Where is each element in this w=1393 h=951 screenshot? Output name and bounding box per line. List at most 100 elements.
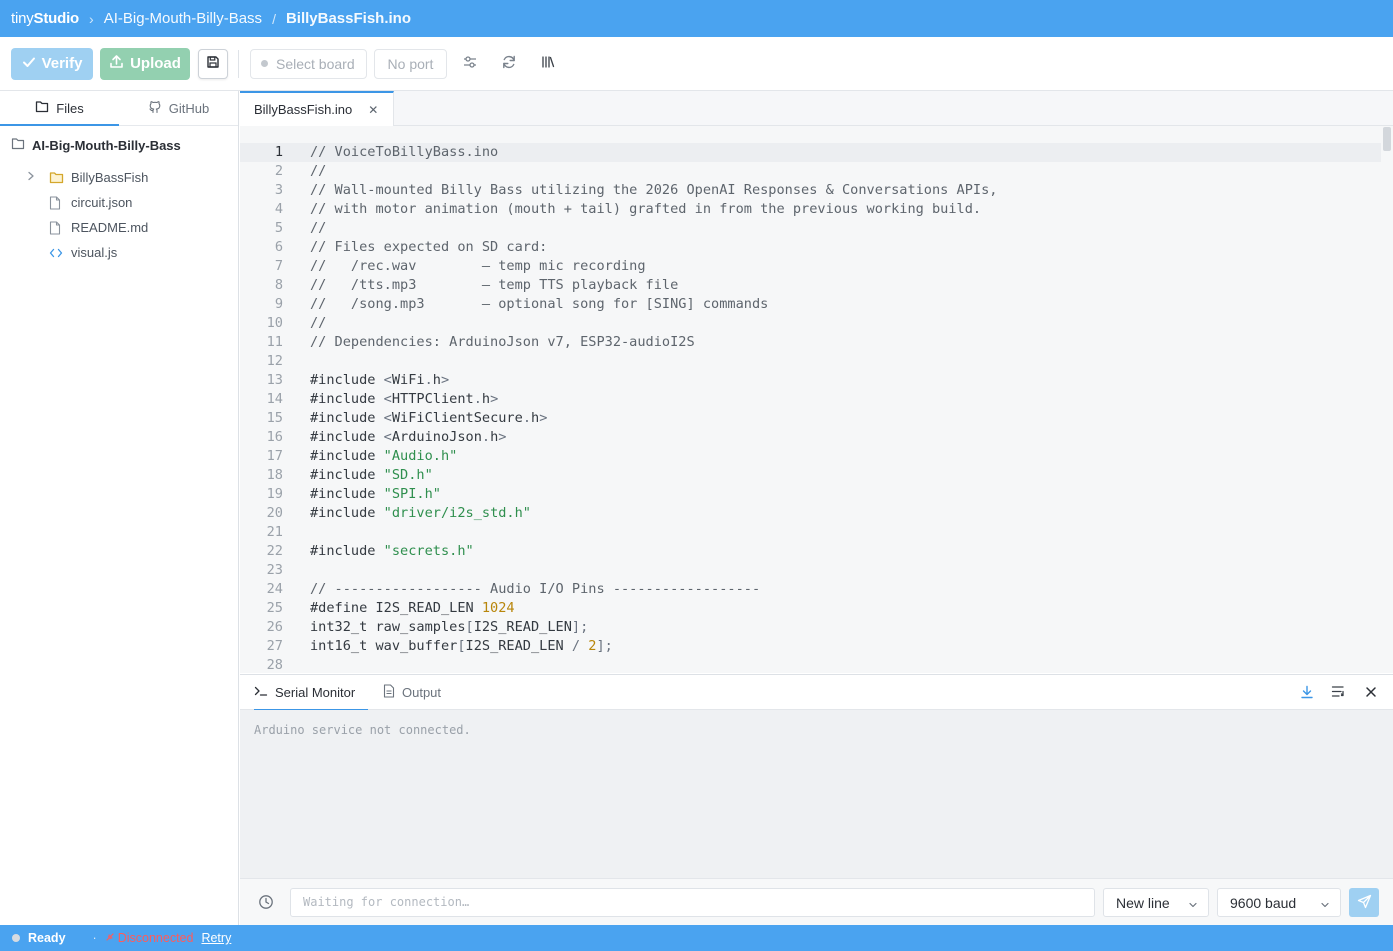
editor-tab[interactable]: BillyBassFish.ino ✕ bbox=[240, 91, 394, 126]
code-line[interactable]: 4 // with motor animation (mouth + tail) … bbox=[240, 200, 1381, 219]
send-button[interactable] bbox=[1349, 888, 1379, 917]
code-line[interactable]: 15 #include <WiFiClientSecure.h> bbox=[240, 409, 1381, 428]
select-board-button[interactable]: Select board bbox=[250, 48, 367, 79]
code-line[interactable]: 23 bbox=[240, 561, 1381, 580]
chevron-down-icon bbox=[1320, 897, 1330, 913]
code-line[interactable]: 19 #include "SPI.h" bbox=[240, 485, 1381, 504]
line-ending-select[interactable]: New line bbox=[1103, 888, 1209, 917]
code-text: // /song.mp3 – optional song for [SING] … bbox=[310, 295, 768, 314]
code-line[interactable]: 2 // bbox=[240, 162, 1381, 181]
code-line[interactable]: 18 #include "SD.h" bbox=[240, 466, 1381, 485]
code-token: ArduinoJson bbox=[391, 429, 482, 445]
code-token: int32_t raw_samples bbox=[310, 619, 466, 635]
file-explorer-sidebar: Files GitHub AI-Big-Mouth-Billy-Bass Bil… bbox=[0, 91, 239, 925]
serial-send-input[interactable]: Waiting for connection… bbox=[290, 888, 1095, 917]
line-number: 28 bbox=[266, 657, 283, 673]
code-text: #include "secrets.h" bbox=[310, 542, 474, 561]
close-panel-button[interactable] bbox=[1362, 684, 1380, 702]
code-line[interactable]: 25 #define I2S_READ_LEN 1024 bbox=[240, 599, 1381, 618]
code-line[interactable]: 14 #include <HTTPClient.h> bbox=[240, 390, 1381, 409]
verify-button[interactable]: Verify bbox=[11, 47, 93, 80]
code-line[interactable]: 9 // /song.mp3 – optional song for [SING]… bbox=[240, 295, 1381, 314]
wrap-lines-icon bbox=[1331, 685, 1346, 701]
code-token: #include bbox=[310, 410, 384, 426]
tree-item-label: visual.js bbox=[71, 245, 118, 260]
line-number: 17 bbox=[266, 448, 283, 464]
code-token: . bbox=[481, 429, 491, 445]
library-button[interactable] bbox=[533, 49, 563, 79]
code-line[interactable]: 1 // VoiceToBillyBass.ino bbox=[240, 143, 1381, 162]
code-line[interactable]: 8 // /tts.mp3 – temp TTS playback file bbox=[240, 276, 1381, 295]
code-token: #include bbox=[310, 391, 384, 407]
code-line[interactable]: 24 // ------------------ Audio I/O Pins -… bbox=[240, 580, 1381, 599]
port-button[interactable]: No port bbox=[374, 48, 447, 79]
app-logo[interactable]: tinyStudio bbox=[11, 10, 79, 27]
line-number: 11 bbox=[266, 334, 283, 350]
code-line[interactable]: 27 int16_t wav_buffer[I2S_READ_LEN / 2]; bbox=[240, 637, 1381, 656]
code-line[interactable]: 20 #include "driver/i2s_std.h" bbox=[240, 504, 1381, 523]
code-token: #include bbox=[310, 486, 384, 502]
refresh-button[interactable] bbox=[494, 49, 524, 79]
code-editor[interactable]: 1 // VoiceToBillyBass.ino 2 // 3 // Wall-moun… bbox=[240, 126, 1393, 673]
code-line[interactable]: 28 bbox=[240, 656, 1381, 673]
tab-output[interactable]: Output bbox=[383, 675, 441, 710]
code-line[interactable]: 5 // bbox=[240, 219, 1381, 238]
close-icon bbox=[1365, 685, 1377, 701]
code-line[interactable]: 21 bbox=[240, 523, 1381, 542]
tab-serial-monitor[interactable]: Serial Monitor bbox=[254, 675, 368, 711]
editor-scrollbar[interactable] bbox=[1383, 127, 1391, 151]
code-line[interactable]: 17 #include "Audio.h" bbox=[240, 447, 1381, 466]
code-line[interactable]: 7 // /rec.wav – temp mic recording bbox=[240, 257, 1381, 276]
retry-link[interactable]: Retry bbox=[201, 931, 231, 945]
code-line[interactable]: 12 bbox=[240, 352, 1381, 371]
code-token: [ bbox=[465, 619, 474, 635]
code-text: // /tts.mp3 – temp TTS playback file bbox=[310, 276, 678, 295]
code-text: // bbox=[310, 314, 326, 333]
code-line[interactable]: 13 #include <WiFi.h> bbox=[240, 371, 1381, 390]
sidebar-tabs: Files GitHub bbox=[0, 91, 238, 126]
code-token: I2S_READ_LEN bbox=[465, 638, 572, 654]
code-line[interactable]: 26 int32_t raw_samples[I2S_READ_LEN]; bbox=[240, 618, 1381, 637]
code-line[interactable]: 3 // Wall-mounted Billy Bass utilizing th… bbox=[240, 181, 1381, 200]
line-number: 4 bbox=[274, 201, 283, 217]
line-number: 1 bbox=[274, 144, 283, 160]
code-token: int16_t wav_buffer bbox=[310, 638, 458, 654]
code-token: // /rec.wav – temp mic recording bbox=[310, 258, 646, 274]
tree-file-readme[interactable]: README.md bbox=[0, 215, 238, 240]
close-icon[interactable]: ✕ bbox=[368, 103, 378, 117]
download-log-button[interactable] bbox=[1298, 684, 1316, 702]
breadcrumb-file: BillyBassFish.ino bbox=[285, 10, 411, 27]
code-token: #include bbox=[310, 429, 384, 445]
upload-button[interactable]: Upload bbox=[100, 47, 190, 80]
tree-file-circuit-json[interactable]: circuit.json bbox=[0, 190, 238, 215]
line-number: 9 bbox=[274, 296, 283, 312]
code-token: HTTPClient bbox=[391, 391, 474, 407]
history-icon[interactable] bbox=[258, 894, 274, 913]
line-number: 21 bbox=[266, 524, 283, 540]
code-text: // Files expected on SD card: bbox=[310, 238, 547, 257]
breadcrumb-project[interactable]: AI-Big-Mouth-Billy-Bass bbox=[104, 10, 262, 27]
code-token: #define I2S_READ_LEN bbox=[310, 600, 482, 616]
code-line[interactable]: 16 #include <ArduinoJson.h> bbox=[240, 428, 1381, 447]
line-number: 26 bbox=[266, 619, 283, 635]
project-root[interactable]: AI-Big-Mouth-Billy-Bass bbox=[0, 126, 238, 164]
board-options-button[interactable] bbox=[455, 49, 485, 79]
tree-folder-billybassfish[interactable]: BillyBassFish bbox=[0, 165, 238, 190]
line-number: 14 bbox=[266, 391, 283, 407]
board-status-dot bbox=[261, 60, 268, 67]
code-line[interactable]: 22 #include "secrets.h" bbox=[240, 542, 1381, 561]
refresh-icon bbox=[501, 54, 517, 73]
code-line[interactable]: 11 // Dependencies: ArduinoJson v7, ESP32… bbox=[240, 333, 1381, 352]
serial-input-bar: Waiting for connection… New line 9600 ba… bbox=[240, 878, 1393, 925]
code-token: // /tts.mp3 – temp TTS playback file bbox=[310, 277, 679, 293]
tab-files-label: Files bbox=[56, 100, 84, 116]
tab-github[interactable]: GitHub bbox=[119, 91, 238, 125]
upload-label: Upload bbox=[130, 55, 181, 72]
tree-file-visual-js[interactable]: visual.js bbox=[0, 240, 238, 265]
save-button[interactable] bbox=[198, 48, 228, 79]
baud-rate-select[interactable]: 9600 baud bbox=[1217, 888, 1341, 917]
code-line[interactable]: 6 // Files expected on SD card: bbox=[240, 238, 1381, 257]
code-line[interactable]: 10 // bbox=[240, 314, 1381, 333]
tab-files[interactable]: Files bbox=[0, 91, 119, 126]
wrap-lines-button[interactable] bbox=[1329, 684, 1347, 702]
